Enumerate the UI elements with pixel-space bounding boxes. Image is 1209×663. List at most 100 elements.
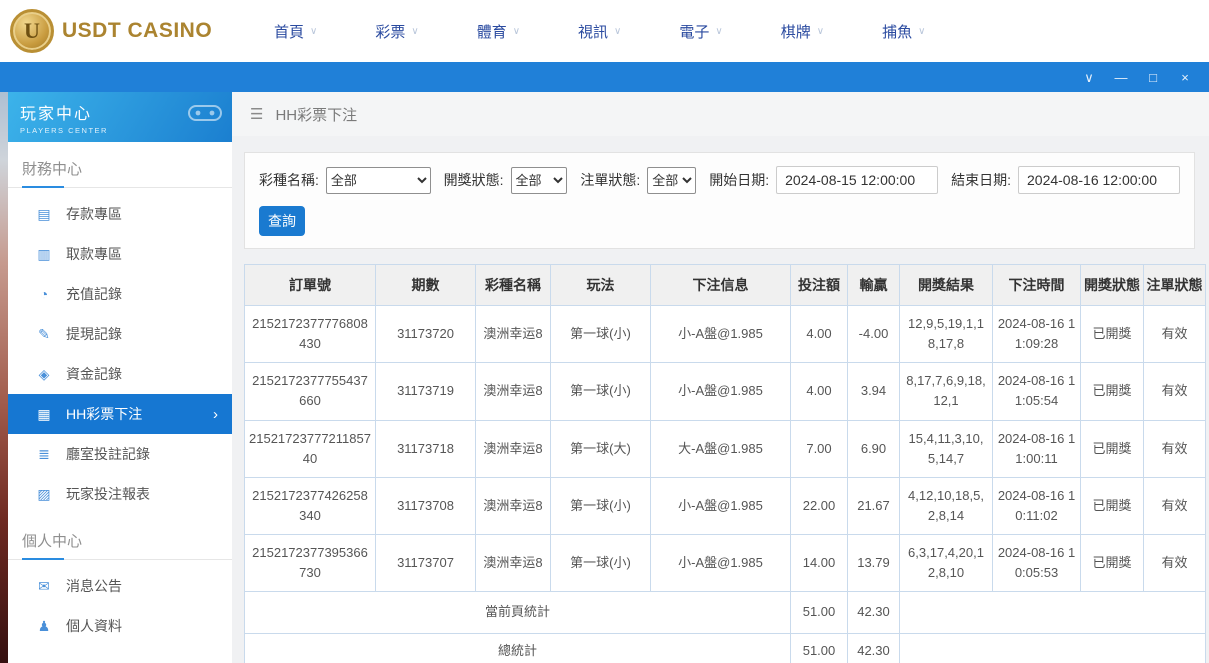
- table-body: 215217237777680843031173720澳洲幸运8第一球(小)小-…: [245, 306, 1206, 663]
- sidebar-item-label: 廳室投註記錄: [66, 444, 150, 464]
- table-cell: 第一球(小): [551, 477, 651, 534]
- sidebar-item-資金記錄[interactable]: ◈資金記錄: [8, 354, 232, 394]
- end-date-input-label: 結束日期:: [951, 170, 1011, 190]
- sidebar-item-玩家投注報表[interactable]: ▨玩家投注報表: [8, 474, 232, 514]
- table-cell: 2152172377426258340: [245, 477, 376, 534]
- table-cell: 澳洲幸运8: [476, 535, 551, 592]
- table-cell: 22.00: [791, 477, 848, 534]
- sidebar-item-存款專區[interactable]: ▤存款專區: [8, 194, 232, 234]
- table-cell: 2024-08-16 11:00:11: [993, 420, 1081, 477]
- sidebar-item-廳室投註記錄[interactable]: ≣廳室投註記錄: [8, 434, 232, 474]
- sidebar-item-label: HH彩票下注: [66, 404, 142, 424]
- column-header-投注額: 投注額: [791, 265, 848, 306]
- table-cell: 6,3,17,4,20,12,8,10: [900, 535, 993, 592]
- sidebar-item-label: 資金記錄: [66, 364, 122, 384]
- column-header-開獎結果: 開獎結果: [900, 265, 993, 306]
- table-cell: 2152172377755437660: [245, 363, 376, 420]
- maximize-icon[interactable]: □: [1145, 71, 1161, 84]
- topnav-items: 首頁∨彩票∨體育∨視訊∨電子∨棋牌∨捕魚∨: [274, 21, 925, 42]
- sidebar-item-HH彩票下注[interactable]: ▦HH彩票下注›: [8, 394, 232, 434]
- brand-logo[interactable]: U USDT CASINO: [0, 9, 232, 53]
- background-image-strip: [0, 92, 8, 663]
- sidebar-item-label: 玩家投注報表: [66, 484, 150, 504]
- sidebar-item-label: 提現記錄: [66, 324, 122, 344]
- summary-empty: [900, 592, 1206, 633]
- bet-status-select[interactable]: 全部: [647, 167, 696, 194]
- column-header-下注信息: 下注信息: [651, 265, 791, 306]
- chevron-down-icon: ∨: [918, 26, 925, 37]
- table-cell: 小-A盤@1.985: [651, 363, 791, 420]
- end-date-input[interactable]: [1018, 166, 1180, 194]
- table-cell: 2024-08-16 10:11:02: [993, 477, 1081, 534]
- chevron-down-icon: ∨: [614, 26, 621, 37]
- table-cell: 2152172377721185740: [245, 420, 376, 477]
- sidebar-menu: 財務中心 ▤存款專區 ▥ 取款專區 ◔充值記錄✎提現記錄◈資金記錄▦HH彩票下注›≣廳室…: [8, 142, 232, 646]
- table-row: 215217237742625834031173708澳洲幸运8第一球(小)小-…: [245, 477, 1206, 534]
- column-header-開獎狀態: 開獎狀態: [1081, 265, 1144, 306]
- sidebar-item-取款專區[interactable]: ▥ 取款專區: [8, 234, 232, 274]
- table-cell: 2152172377395366730: [245, 535, 376, 592]
- table-cell: 2024-08-16 11:05:54: [993, 363, 1081, 420]
- sidebar-item-label: 存款專區: [66, 204, 122, 224]
- chevron-down-icon: ∨: [411, 26, 418, 37]
- chevron-down-icon: ∨: [817, 26, 824, 37]
- sidebar-item-提現記錄[interactable]: ✎提現記錄: [8, 314, 232, 354]
- table-row: 215217237739536673031173707澳洲幸运8第一球(小)小-…: [245, 535, 1206, 592]
- nav-item-體育[interactable]: 體育∨: [477, 21, 520, 42]
- brand-text: USDT CASINO: [62, 19, 212, 43]
- recharge-record-icon: ◔: [36, 286, 52, 302]
- sidebar-item-充值記錄[interactable]: ◔充值記錄: [8, 274, 232, 314]
- summary-win-total: 42.30: [848, 633, 900, 663]
- column-header-彩種名稱: 彩種名稱: [476, 265, 551, 306]
- section-label-個人中心: 個人中心: [8, 514, 232, 560]
- search-button[interactable]: 查詢: [259, 206, 305, 236]
- table-cell: 3.94: [848, 363, 900, 420]
- summary-row: 當前頁統計51.0042.30: [245, 592, 1206, 633]
- withdraw-icon: ▥: [36, 246, 52, 263]
- summary-empty: [900, 633, 1206, 663]
- nav-item-彩票[interactable]: 彩票∨: [375, 21, 418, 42]
- column-header-玩法: 玩法: [551, 265, 651, 306]
- minimize-icon[interactable]: —: [1113, 71, 1129, 84]
- table-cell: 21.67: [848, 477, 900, 534]
- page-header: ☰ HH彩票下注: [232, 92, 1209, 136]
- profile-icon: ♟: [36, 618, 52, 635]
- close-icon[interactable]: ×: [1177, 71, 1193, 84]
- draw-status-select[interactable]: 全部: [511, 167, 568, 194]
- table-cell: 小-A盤@1.985: [651, 306, 791, 363]
- summary-bet-total: 51.00: [791, 592, 848, 633]
- table-cell: -4.00: [848, 306, 900, 363]
- notice-icon: ✉: [36, 578, 52, 595]
- table-row: 215217237777680843031173720澳洲幸运8第一球(小)小-…: [245, 306, 1206, 363]
- hamburger-icon[interactable]: ☰: [250, 105, 263, 123]
- start-date-input[interactable]: [776, 166, 938, 194]
- lottery-type-select[interactable]: 全部: [326, 167, 431, 194]
- table-cell: 澳洲幸运8: [476, 363, 551, 420]
- sidebar-item-消息公告[interactable]: ✉消息公告: [8, 566, 232, 606]
- column-header-下注時間: 下注時間: [993, 265, 1081, 306]
- nav-item-label: 電子: [679, 21, 709, 42]
- table-cell: 31173707: [376, 535, 476, 592]
- chevron-down-icon[interactable]: ∨: [1081, 71, 1097, 84]
- section-label-財務中心: 財務中心: [8, 142, 232, 188]
- nav-item-視訊[interactable]: 視訊∨: [578, 21, 621, 42]
- nav-item-首頁[interactable]: 首頁∨: [274, 21, 317, 42]
- nav-item-捕魚[interactable]: 捕魚 ∨: [882, 21, 925, 42]
- nav-item-label: 體育: [477, 21, 507, 42]
- summary-label: 總統計: [245, 633, 791, 663]
- nav-item-label: 棋牌: [781, 21, 811, 42]
- table-cell: 15,4,11,3,10,5,14,7: [900, 420, 993, 477]
- nav-item-棋牌[interactable]: 棋牌 ∨: [781, 21, 824, 42]
- sidebar-item-label: 取款專區: [66, 244, 122, 264]
- sidebar-item-個人資料[interactable]: ♟個人資料: [8, 606, 232, 646]
- table-cell: 已開獎: [1081, 363, 1144, 420]
- window-titlebar: ∨ — □ ×: [0, 62, 1209, 92]
- nav-item-電子[interactable]: 電子∨: [679, 21, 722, 42]
- summary-label: 當前頁統計: [245, 592, 791, 633]
- table-cell: 4.00: [791, 363, 848, 420]
- table-cell: 2024-08-16 10:05:53: [993, 535, 1081, 592]
- summary-row: 總統計51.0042.30: [245, 633, 1206, 663]
- table-cell: 小-A盤@1.985: [651, 477, 791, 534]
- nav-item-label: 捕魚: [882, 21, 912, 42]
- draw-status-select-label: 開獎狀態:: [444, 170, 504, 190]
